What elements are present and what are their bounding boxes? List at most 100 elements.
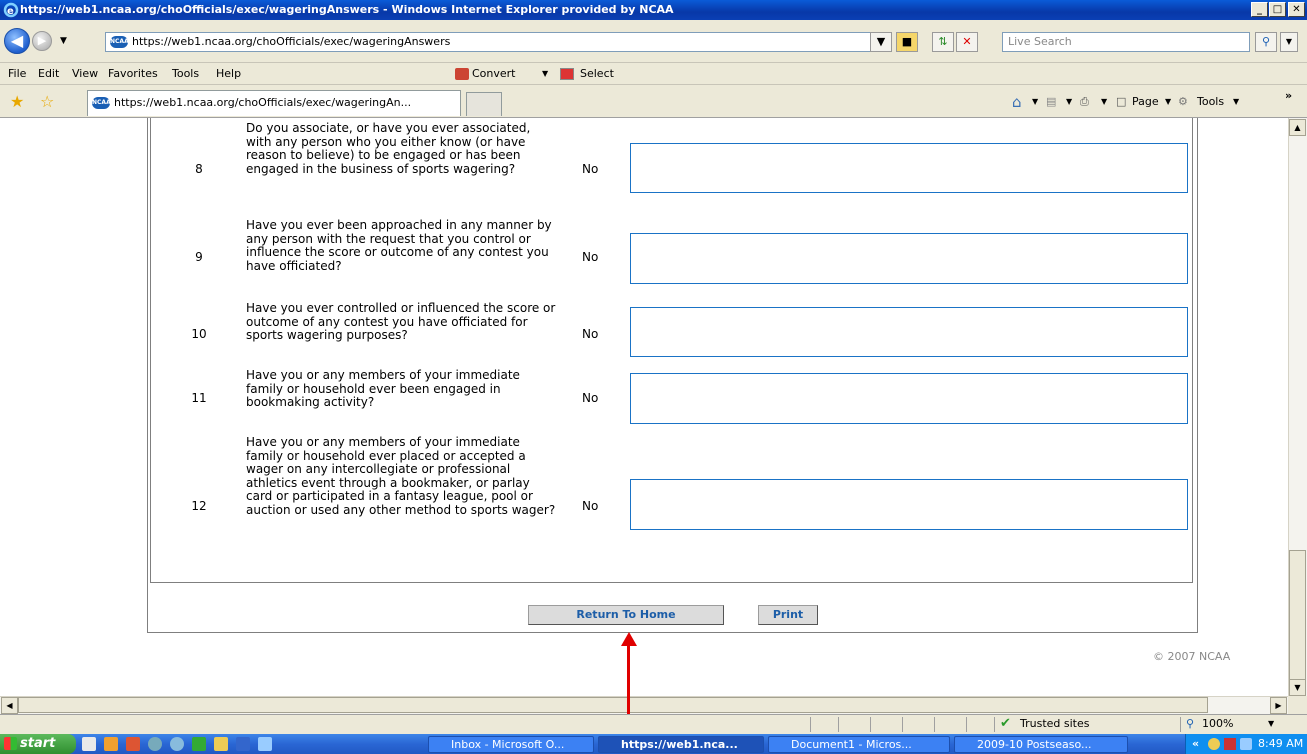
taskbar-item-inbox[interactable]: Inbox - Microsoft O... (428, 736, 594, 753)
vertical-scroll-thumb[interactable] (1289, 550, 1306, 680)
home-dropdown-icon[interactable]: ▼ (1032, 86, 1038, 118)
convert-button[interactable]: Convert (472, 63, 516, 85)
question-text: Have you ever controlled or influenced t… (246, 301, 556, 342)
home-icon[interactable]: ⌂ (1012, 86, 1022, 118)
quicklaunch-excel-icon[interactable] (192, 737, 206, 751)
zoom-icon: ⚲ (1186, 717, 1195, 730)
title-bar: e https://web1.ncaa.org/choOfficials/exe… (0, 0, 1307, 20)
search-icon[interactable]: ⚲ (1255, 32, 1277, 52)
taskbar-item-document[interactable]: Document1 - Micros... (768, 736, 950, 753)
start-button[interactable]: start (0, 734, 76, 754)
menu-file[interactable]: File (8, 63, 26, 85)
ncaa-favicon-icon: NCAA (110, 36, 129, 48)
quicklaunch-word-icon[interactable] (236, 737, 250, 751)
convert-icon (455, 68, 469, 80)
quicklaunch-clock-icon[interactable] (148, 737, 162, 751)
stop-icon[interactable]: ✕ (956, 32, 978, 52)
svg-text:e: e (7, 6, 14, 17)
address-dropdown-button[interactable]: ▼ (870, 32, 892, 52)
tools-dropdown-icon[interactable]: ▼ (1233, 86, 1239, 118)
status-divider (994, 717, 995, 732)
menu-favorites[interactable]: Favorites (108, 63, 158, 85)
close-button[interactable]: ✕ (1288, 2, 1305, 17)
feeds-dropdown-icon[interactable]: ▼ (1066, 86, 1072, 118)
status-divider (1180, 717, 1181, 732)
convert-dropdown-icon[interactable]: ▼ (542, 63, 548, 85)
horizontal-scroll-thumb[interactable] (18, 697, 1208, 713)
tab-favicon-icon: NCAA (92, 97, 111, 109)
print-dropdown-icon[interactable]: ▼ (1101, 86, 1107, 118)
page-menu-button[interactable]: Page (1132, 86, 1159, 118)
tray-app-icon[interactable] (1208, 738, 1220, 750)
zoom-dropdown-icon[interactable]: ▼ (1268, 715, 1274, 733)
tab-active[interactable]: NCAA https://web1.ncaa.org/choOfficials/… (87, 90, 461, 116)
print-icon[interactable]: ⎙ (1080, 86, 1089, 118)
search-options-dropdown-icon[interactable]: ▼ (1280, 32, 1298, 52)
select-button[interactable]: Select (580, 63, 614, 85)
question-text: Do you associate, or have you ever assoc… (246, 121, 531, 176)
menu-bar: File Edit View Favorites Tools Help Conv… (0, 63, 1307, 85)
security-zone[interactable]: Trusted sites (1020, 715, 1090, 733)
page-dropdown-icon[interactable]: ▼ (1165, 86, 1171, 118)
feeds-icon[interactable]: ▤ (1046, 86, 1056, 118)
toolbar-overflow-icon[interactable]: » (1285, 80, 1292, 112)
forward-button[interactable]: ▶ (32, 31, 52, 51)
refresh-icon[interactable]: ⇅ (932, 32, 954, 52)
lock-icon[interactable]: ■ (896, 32, 918, 52)
tray-network-icon[interactable] (1224, 738, 1236, 750)
add-favorites-icon[interactable]: ☆ (40, 92, 54, 111)
address-url: https://web1.ncaa.org/choOfficials/exec/… (132, 35, 451, 48)
explanation-field[interactable] (630, 143, 1188, 193)
arrow-left-icon: ◀ (10, 31, 24, 50)
explanation-field[interactable] (630, 373, 1188, 424)
zoom-level[interactable]: 100% (1202, 715, 1233, 733)
quicklaunch-desktop-icon[interactable] (82, 737, 96, 751)
tools-gear-icon: ⚙ (1178, 95, 1188, 108)
tools-menu-button[interactable]: Tools (1197, 86, 1224, 118)
question-number: 10 (191, 327, 207, 341)
explanation-field[interactable] (630, 479, 1188, 530)
favorites-star-icon[interactable]: ★ (10, 92, 24, 111)
new-tab-button[interactable] (466, 92, 502, 116)
scroll-down-icon[interactable]: ▼ (1289, 679, 1306, 696)
status-divider (838, 717, 839, 732)
status-bar: ✔ Trusted sites ⚲ 100% ▼ (0, 714, 1307, 734)
taskbar-item-browser[interactable]: https://web1.nca... (598, 736, 764, 753)
scroll-right-icon[interactable]: ▶ (1270, 697, 1287, 714)
return-home-button[interactable]: Return To Home (528, 605, 724, 625)
tray-wireless-icon[interactable] (1240, 738, 1252, 750)
menu-help[interactable]: Help (216, 63, 241, 85)
scroll-left-icon[interactable]: ◀ (1, 697, 18, 714)
question-answer: No (582, 391, 599, 405)
tab-bar: ★ ☆ NCAA https://web1.ncaa.org/choOffici… (0, 86, 1307, 118)
menu-edit[interactable]: Edit (38, 63, 59, 85)
menu-tools[interactable]: Tools (172, 63, 199, 85)
taskbar-item-postseason[interactable]: 2009-10 Postseaso... (954, 736, 1128, 753)
status-divider (902, 717, 903, 732)
back-button[interactable]: ◀ (4, 28, 30, 54)
quicklaunch-media-icon[interactable] (126, 737, 140, 751)
quicklaunch-outlook-icon[interactable] (214, 737, 228, 751)
taskbar: start Inbox - Microsoft O... https://web… (0, 734, 1307, 754)
scroll-up-icon[interactable]: ▲ (1289, 119, 1306, 136)
quicklaunch-ie-icon[interactable] (258, 737, 272, 751)
question-text: Have you or any members of your immediat… (246, 435, 556, 517)
search-input[interactable]: Live Search (1002, 32, 1250, 52)
quicklaunch-app-icon[interactable] (104, 737, 118, 751)
question-text: Have you ever been approached in any man… (246, 218, 552, 273)
question-number: 9 (195, 250, 203, 264)
question-number: 12 (191, 499, 207, 513)
print-button[interactable]: Print (758, 605, 818, 625)
tab-label: https://web1.ncaa.org/choOfficials/exec/… (114, 96, 412, 109)
recent-pages-dropdown-icon[interactable]: ▼ (60, 36, 67, 46)
maximize-button[interactable]: □ (1269, 2, 1286, 17)
minimize-button[interactable]: _ (1251, 2, 1268, 17)
annotation-arrow-icon (621, 632, 637, 646)
menu-view[interactable]: View (72, 63, 98, 85)
address-input[interactable]: NCAA https://web1.ncaa.org/choOfficials/… (105, 32, 890, 52)
windows-logo-icon (4, 737, 17, 750)
explanation-field[interactable] (630, 307, 1188, 357)
explanation-field[interactable] (630, 233, 1188, 284)
tray-expand-icon[interactable]: « (1192, 734, 1199, 754)
quicklaunch-player-icon[interactable] (170, 737, 184, 751)
